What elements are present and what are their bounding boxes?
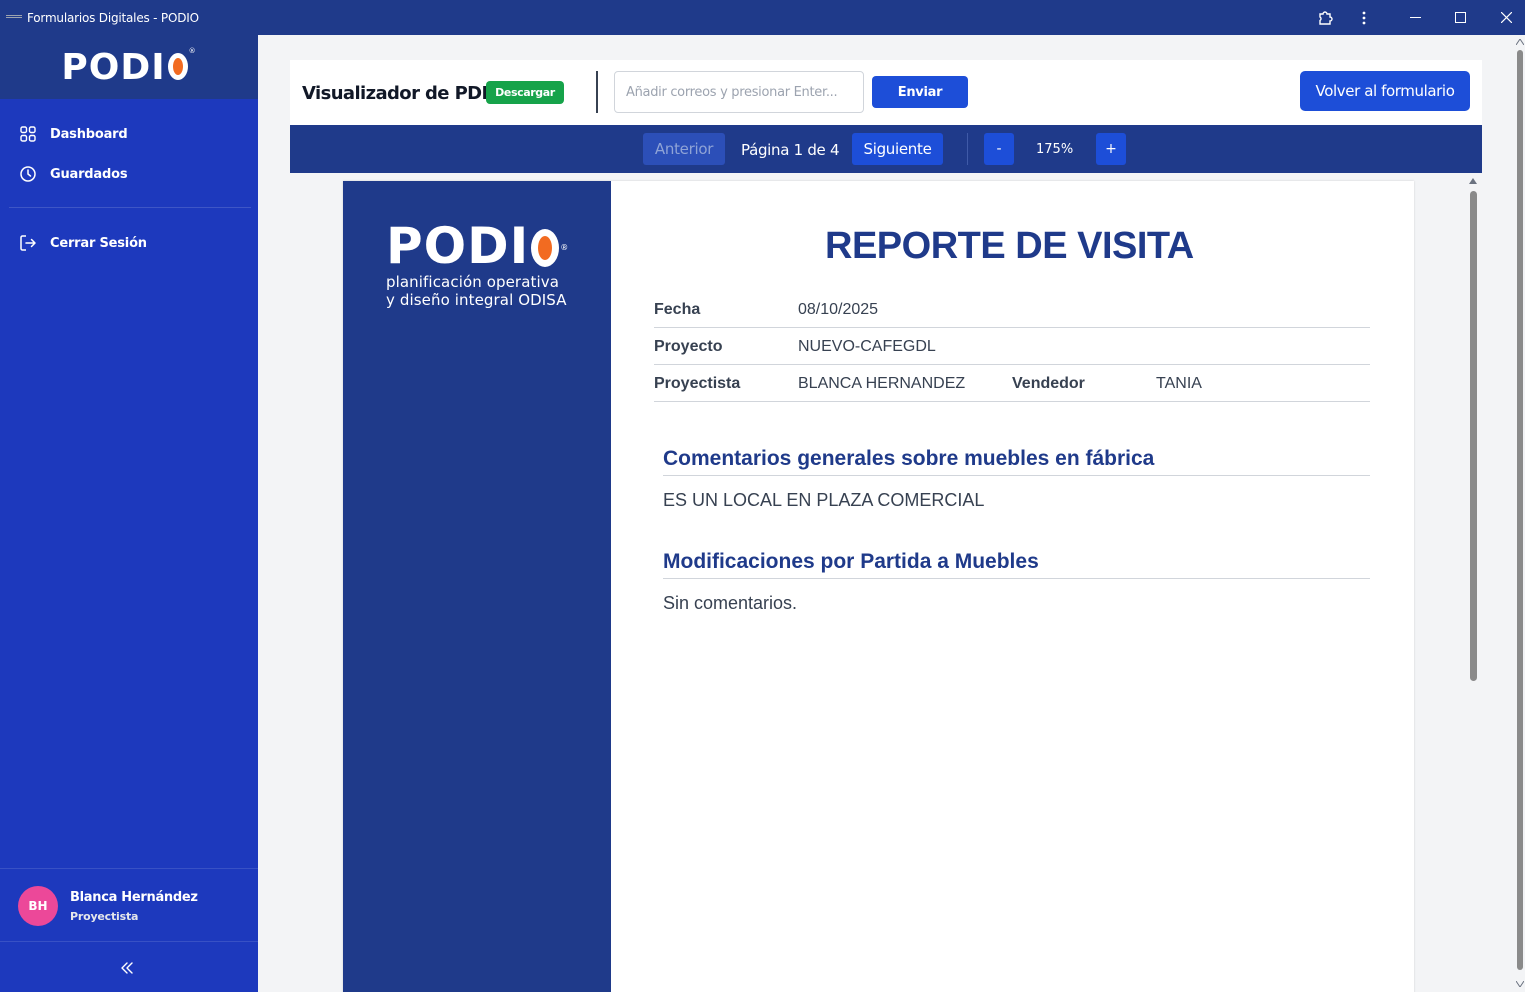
section-heading: Comentarios generales sobre muebles en f… — [663, 447, 1370, 476]
download-button[interactable]: Descargar — [486, 81, 564, 104]
info-table: Fecha 08/10/2025 Proyecto NUEVO-CAFEGDL … — [654, 291, 1370, 402]
maximize-icon[interactable] — [1437, 0, 1483, 35]
document-title: REPORTE DE VISITA — [825, 225, 1194, 267]
field-label: Vendedor — [1012, 375, 1085, 392]
scrollbar-thumb[interactable] — [1517, 50, 1523, 970]
app-icon — [6, 15, 22, 20]
scrollbar-thumb[interactable] — [1470, 191, 1477, 681]
sidebar-item-label: Cerrar Sesión — [50, 235, 147, 251]
table-row: Proyecto NUEVO-CAFEGDL — [654, 328, 1370, 365]
pager-divider — [967, 133, 968, 165]
send-button[interactable]: Enviar — [872, 76, 968, 108]
pdf-viewport[interactable]: PODI ® planificación operativa y diseño i… — [290, 173, 1482, 992]
pdf-pager: Anterior Página 1 de 4 Siguiente - 175% … — [290, 125, 1482, 173]
logo-text: PODI — [386, 217, 530, 275]
zoom-level: 175% — [1036, 142, 1074, 157]
section-comments: Comentarios generales sobre muebles en f… — [663, 447, 1370, 511]
grid-icon — [20, 126, 36, 142]
section-body: Sin comentarios. — [663, 593, 798, 613]
viewer-scrollbar[interactable] — [1463, 173, 1482, 992]
sidebar-item-logout[interactable]: Cerrar Sesión — [19, 234, 147, 252]
section-modifications: Modificaciones por Partida a Muebles Sin… — [663, 550, 1370, 614]
chevrons-left-icon — [121, 962, 133, 974]
close-icon[interactable] — [1483, 0, 1525, 35]
zoom-out-button[interactable]: - — [984, 133, 1014, 165]
table-row: Fecha 08/10/2025 — [654, 291, 1370, 328]
sidebar-item-guardados[interactable]: Guardados — [19, 165, 128, 183]
clock-icon — [20, 166, 36, 182]
sidebar-logo: PODI ® — [0, 35, 258, 99]
field-value: BLANCA HERNANDEZ — [798, 375, 966, 392]
email-input[interactable] — [614, 71, 864, 113]
more-options-icon[interactable] — [1341, 0, 1387, 35]
logo-orange-dot — [167, 52, 188, 80]
sidebar-divider — [9, 207, 251, 208]
field-value: TANIA — [1156, 375, 1202, 392]
sidebar-item-dashboard[interactable]: Dashboard — [19, 125, 128, 143]
logo-orange-dot — [531, 229, 560, 267]
user-role: Proyectista — [70, 910, 139, 923]
user-profile[interactable]: BH Blanca Hernández Proyectista — [0, 868, 258, 942]
scroll-down-icon[interactable] — [1516, 981, 1524, 987]
next-page-button[interactable]: Siguiente — [852, 133, 943, 165]
field-label: Proyecto — [654, 338, 723, 355]
toolbar-divider — [596, 71, 598, 113]
logo-tagline-1: planificación operativa — [386, 273, 560, 291]
podio-logo: PODI ® — [61, 46, 197, 88]
sidebar-item-label: Dashboard — [50, 126, 128, 142]
sidebar-item-label: Guardados — [50, 166, 128, 182]
back-to-form-button[interactable]: Volver al formulario — [1300, 71, 1470, 111]
field-value: NUEVO-CAFEGDL — [798, 338, 936, 355]
page-indicator: Página 1 de 4 — [741, 141, 840, 159]
field-label: Proyectista — [654, 375, 741, 392]
window-title: Formularios Digitales - PODIO — [27, 11, 199, 25]
previous-page-button[interactable]: Anterior — [643, 133, 725, 165]
scroll-up-icon[interactable] — [1516, 39, 1524, 45]
section-heading: Modificaciones por Partida a Muebles — [663, 550, 1370, 579]
field-label: Fecha — [654, 301, 701, 318]
minimize-icon[interactable] — [1392, 0, 1438, 35]
field-value: 08/10/2025 — [798, 301, 879, 318]
logo-tagline-2: y diseño integral ODISA — [386, 291, 567, 309]
window-titlebar: Formularios Digitales - PODIO — [0, 0, 1525, 35]
table-row: Proyectista BLANCA HERNANDEZ Vendedor TA… — [654, 365, 1370, 402]
logo-text: PODI — [61, 46, 166, 88]
section-body: ES UN LOCAL EN PLAZA COMERCIAL — [663, 490, 985, 510]
pdf-sidebar-band: PODI ® planificación operativa y diseño i… — [343, 181, 611, 992]
podio-logo: PODI ® — [386, 217, 570, 275]
window-scrollbar[interactable] — [1514, 35, 1525, 992]
avatar: BH — [18, 886, 58, 926]
scroll-up-icon[interactable] — [1469, 178, 1477, 184]
zoom-in-button[interactable]: + — [1096, 133, 1126, 165]
collapse-sidebar-button[interactable] — [119, 960, 135, 981]
logout-icon — [20, 235, 36, 251]
pdf-logo: PODI ® planificación operativa y diseño i… — [386, 221, 569, 309]
user-name: Blanca Hernández — [70, 890, 198, 905]
page-title: Visualizador de PDF — [302, 83, 494, 104]
pdf-toolbar: Visualizador de PDF Descargar Enviar Vol… — [290, 60, 1482, 125]
pdf-page: PODI ® planificación operativa y diseño i… — [343, 181, 1414, 992]
sidebar: PODI ® Dashboard Guardados Cerrar Sesión … — [0, 35, 258, 992]
